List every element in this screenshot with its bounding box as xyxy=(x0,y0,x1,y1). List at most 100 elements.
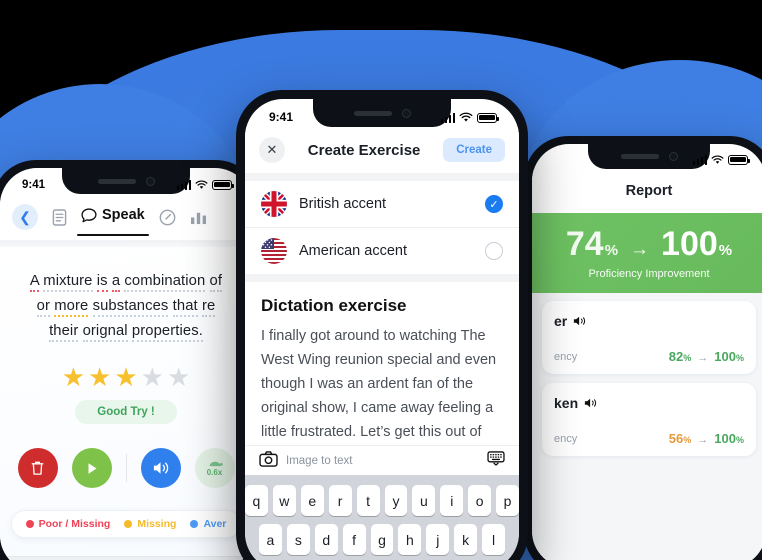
key-q[interactable]: q xyxy=(245,485,268,516)
play-button[interactable] xyxy=(71,448,112,488)
camera-icon[interactable] xyxy=(259,451,278,470)
table-row[interactable]: er ency 82% → 100% xyxy=(542,301,756,374)
action-divider xyxy=(125,454,127,482)
key-l[interactable]: l xyxy=(482,524,506,555)
key-w[interactable]: w xyxy=(272,485,296,516)
battery-icon xyxy=(477,112,500,123)
screenshot-stage: 9:41 ❮ Speak A mixture is a combination … xyxy=(0,0,762,560)
page-title: Create Exercise xyxy=(307,141,421,159)
speed-button[interactable]: 0.6x xyxy=(194,448,235,488)
key-o[interactable]: o xyxy=(468,485,492,516)
left-nav-bar: ❮ Speak xyxy=(0,194,252,240)
star-empty: ★ xyxy=(166,362,191,392)
key-u[interactable]: u xyxy=(412,485,436,516)
speak-body: A mixture is a combination of or more su… xyxy=(0,247,252,560)
score-old: 56% xyxy=(668,431,692,446)
star-filled: ★ xyxy=(88,362,112,392)
word: A xyxy=(29,273,40,292)
key-a[interactable]: a xyxy=(259,524,282,555)
keyboard-dismiss-icon[interactable] xyxy=(487,450,505,471)
section-title: Dictation exercise xyxy=(261,296,407,315)
section-divider xyxy=(245,274,519,282)
document-icon[interactable] xyxy=(52,208,67,226)
status-bar: 9:41 xyxy=(245,99,519,127)
speaker-icon[interactable] xyxy=(573,315,587,327)
nav-divider xyxy=(0,240,252,247)
page-title: Report xyxy=(532,169,762,213)
back-button[interactable]: ❮ xyxy=(12,204,38,230)
header-divider xyxy=(245,173,519,181)
key-j[interactable]: j xyxy=(426,524,450,555)
right-phone-mockup: Report 74% → 100% Proficiency Improvemen… xyxy=(524,136,762,560)
score-new: 100% xyxy=(714,349,744,364)
delete-button[interactable] xyxy=(17,448,58,488)
word: is xyxy=(96,273,108,292)
accent-label: British accent xyxy=(299,196,387,212)
keyboard-row-2: a s d f g h j k l xyxy=(245,524,519,555)
radio-unselected-icon[interactable] xyxy=(485,242,503,260)
close-icon[interactable]: ✕ xyxy=(259,137,285,163)
sentence-line-1: A mixture is a combination of xyxy=(14,269,238,294)
key-k[interactable]: k xyxy=(454,524,478,555)
key-g[interactable]: g xyxy=(370,524,394,555)
word: orignal xyxy=(82,323,128,342)
center-phone-mockup: 9:41 ✕ Create Exercise Create British ac… xyxy=(236,90,528,560)
word: combination xyxy=(124,273,206,292)
accent-option-american[interactable]: American accent xyxy=(245,227,519,274)
us-flag-icon xyxy=(261,238,287,264)
signal-bars-icon xyxy=(692,155,707,165)
input-toolbar: Image to text xyxy=(245,445,519,475)
legend-dot xyxy=(25,520,34,528)
star-filled: ★ xyxy=(114,362,138,392)
radio-selected-icon[interactable]: ✓ xyxy=(485,195,503,213)
legend-dot xyxy=(190,520,199,528)
key-d[interactable]: d xyxy=(314,524,338,555)
accent-option-british[interactable]: British accent ✓ xyxy=(245,181,519,227)
legend: Poor / Missing Missing Aver xyxy=(10,510,242,538)
key-p[interactable]: p xyxy=(496,485,519,516)
key-r[interactable]: r xyxy=(328,485,352,516)
word: their xyxy=(49,323,79,342)
play-icon xyxy=(88,462,96,474)
speaker-button[interactable] xyxy=(140,448,181,488)
signal-bars-icon xyxy=(440,113,455,123)
key-h[interactable]: h xyxy=(398,524,422,555)
score-new: 100% xyxy=(714,431,744,446)
onscreen-keyboard[interactable]: q w e r t y u i o p a s d f g h j k l xyxy=(245,475,519,560)
hero-new-score: 100% xyxy=(661,224,733,263)
battery-icon xyxy=(728,154,751,165)
sentence-line-2: or more substances that re xyxy=(14,294,238,319)
report-list[interactable]: er ency 82% → 100% ken ency 56% → 100% xyxy=(532,293,762,560)
proficiency-hero: 74% → 100% Proficiency Improvement xyxy=(532,213,762,293)
accent-label: American accent xyxy=(299,243,407,259)
metric-label: ency xyxy=(554,432,578,445)
table-row[interactable]: ken ency 56% → 100% xyxy=(542,383,756,456)
key-t[interactable]: t xyxy=(356,485,380,516)
score-old: 82% xyxy=(668,349,692,364)
speedometer-icon[interactable] xyxy=(159,209,176,226)
key-s[interactable]: s xyxy=(286,524,310,555)
key-y[interactable]: y xyxy=(384,485,408,516)
tab-speak[interactable]: Speak xyxy=(77,207,149,236)
modal-header: ✕ Create Exercise Create xyxy=(245,127,519,173)
bar-chart-icon[interactable] xyxy=(190,209,207,225)
score-arrow-icon: → xyxy=(697,352,709,364)
report-word: ken xyxy=(554,395,579,411)
word: or xyxy=(36,298,51,317)
key-e[interactable]: e xyxy=(300,485,324,516)
status-badge: Good Try ! xyxy=(75,400,177,424)
hero-caption: Proficiency Improvement xyxy=(588,267,710,280)
word: that xyxy=(172,298,198,317)
turtle-icon xyxy=(209,461,223,467)
trash-icon xyxy=(31,461,44,475)
word: substances xyxy=(92,298,169,317)
key-i[interactable]: i xyxy=(440,485,464,516)
create-button[interactable]: Create xyxy=(443,138,505,162)
legend-label: Missing xyxy=(137,518,177,530)
speaker-icon[interactable] xyxy=(584,397,598,409)
hero-old-score: 74% xyxy=(565,224,619,263)
legend-label: Poor / Missing xyxy=(38,518,111,530)
key-f[interactable]: f xyxy=(342,524,366,555)
status-bar xyxy=(532,144,762,169)
hero-arrow-icon: → xyxy=(630,238,650,260)
